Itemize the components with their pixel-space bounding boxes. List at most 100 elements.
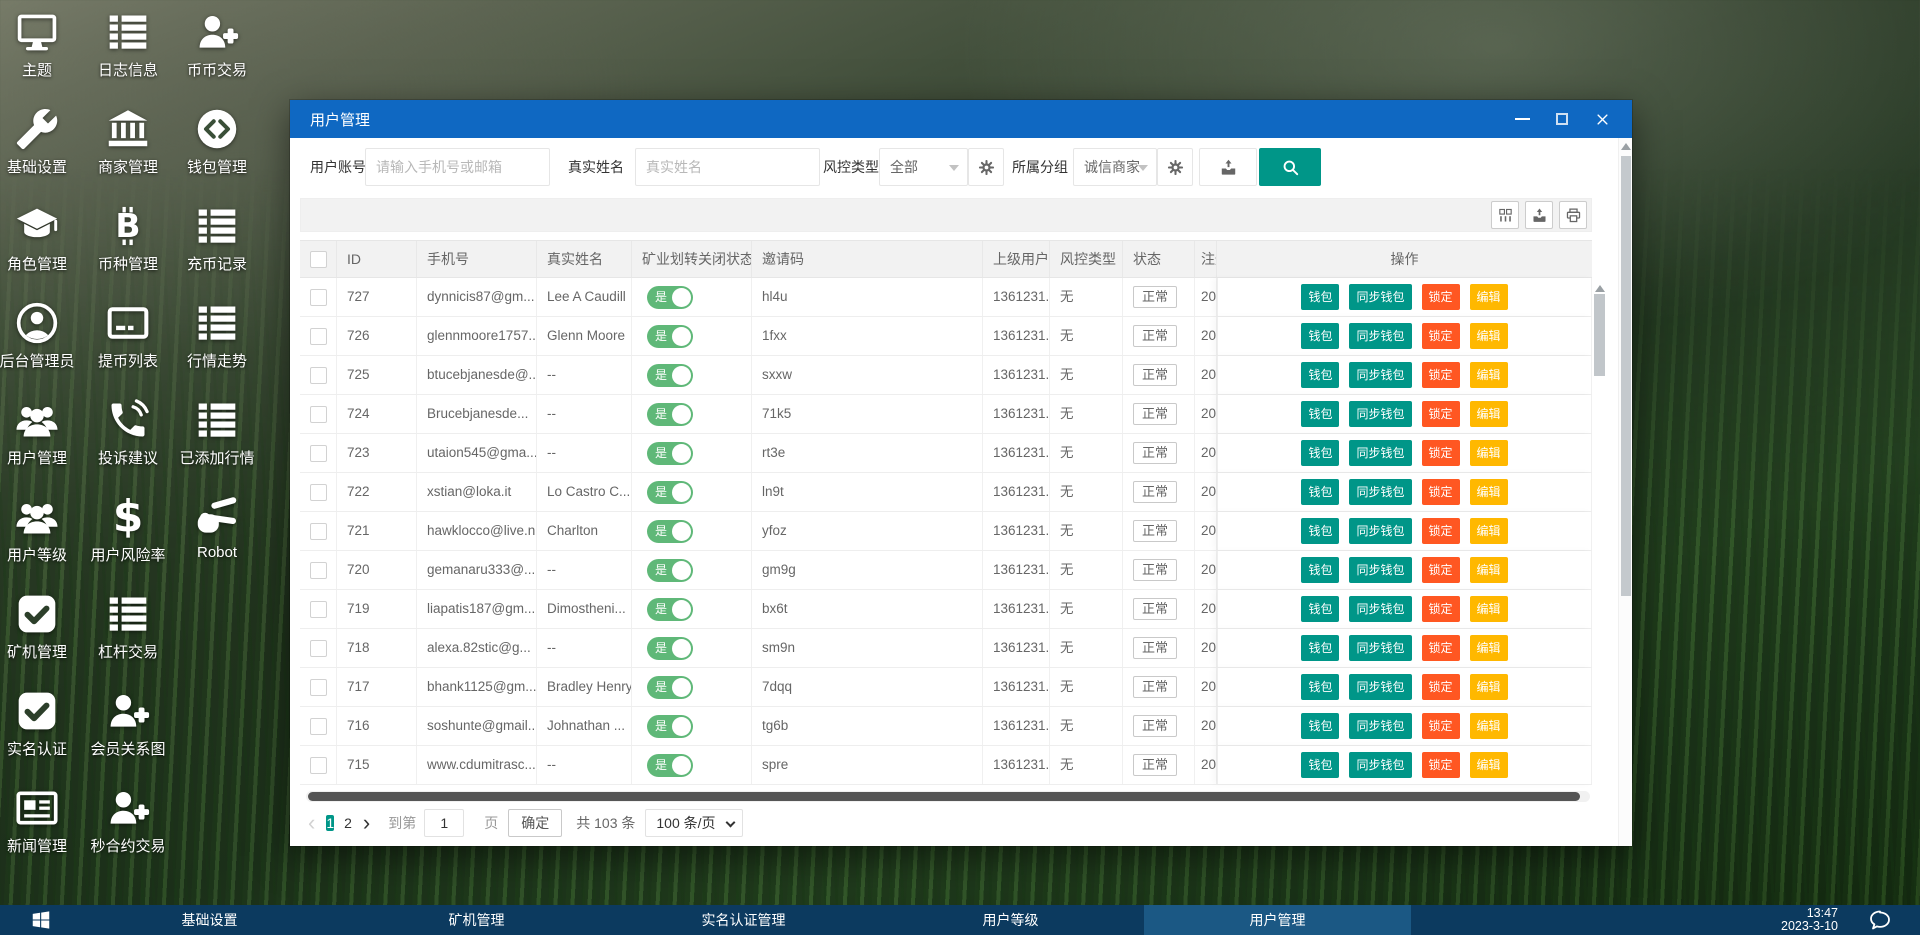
row-checkbox[interactable]	[310, 601, 327, 618]
row-checkbox[interactable]	[310, 367, 327, 384]
sync-wallet-button[interactable]: 同步钱包	[1349, 674, 1411, 700]
row-checkbox[interactable]	[310, 562, 327, 579]
goto-page-input[interactable]	[424, 809, 464, 837]
scrollbar-thumb[interactable]	[1621, 156, 1631, 596]
window-titlebar[interactable]: 用户管理	[290, 100, 1632, 138]
row-checkbox[interactable]	[310, 523, 327, 540]
edit-button[interactable]: 编辑	[1470, 557, 1508, 583]
lock-button[interactable]: 锁定	[1422, 284, 1460, 310]
close-button[interactable]	[1586, 104, 1618, 134]
prev-page-button[interactable]: ‹	[302, 810, 321, 836]
edit-button[interactable]: 编辑	[1470, 713, 1508, 739]
mining-toggle-switch[interactable]: 是	[647, 559, 693, 582]
edit-button[interactable]: 编辑	[1470, 284, 1508, 310]
desktop-icon[interactable]: 秒合约交易	[83, 786, 173, 856]
taskbar-item[interactable]: 基础设置	[76, 905, 343, 935]
edit-button[interactable]: 编辑	[1470, 674, 1508, 700]
lock-button[interactable]: 锁定	[1422, 479, 1460, 505]
lock-button[interactable]: 锁定	[1422, 596, 1460, 622]
chat-button[interactable]	[1868, 908, 1892, 932]
export-table-button[interactable]	[1525, 201, 1553, 229]
lock-button[interactable]: 锁定	[1422, 362, 1460, 388]
sync-wallet-button[interactable]: 同步钱包	[1349, 518, 1411, 544]
sync-wallet-button[interactable]: 同步钱包	[1349, 635, 1411, 661]
lock-button[interactable]: 锁定	[1422, 401, 1460, 427]
desktop-icon[interactable]: 会员关系图	[83, 689, 173, 759]
mining-toggle-switch[interactable]: 是	[647, 325, 693, 348]
row-checkbox[interactable]	[310, 406, 327, 423]
page-number-button[interactable]: 2	[344, 815, 352, 831]
row-checkbox[interactable]	[310, 640, 327, 657]
sync-wallet-button[interactable]: 同步钱包	[1349, 752, 1411, 778]
row-checkbox[interactable]	[310, 679, 327, 696]
sync-wallet-button[interactable]: 同步钱包	[1349, 440, 1411, 466]
taskbar-item[interactable]: 用户管理	[1144, 905, 1411, 935]
taskbar-item[interactable]: 矿机管理	[343, 905, 610, 935]
sync-wallet-button[interactable]: 同步钱包	[1349, 284, 1411, 310]
mining-toggle-switch[interactable]: 是	[647, 715, 693, 738]
wallet-button[interactable]: 钱包	[1301, 557, 1339, 583]
desktop-icon[interactable]: 后台管理员	[0, 301, 82, 371]
realname-input[interactable]	[635, 148, 820, 186]
desktop-icon[interactable]: 角色管理	[0, 204, 82, 274]
page-number-button[interactable]: 1	[326, 815, 334, 831]
desktop-icon[interactable]: 主题	[0, 10, 82, 80]
row-checkbox[interactable]	[310, 718, 327, 735]
lock-button[interactable]: 锁定	[1422, 752, 1460, 778]
desktop-icon[interactable]: 投诉建议	[83, 398, 173, 468]
desktop-icon[interactable]: 新闻管理	[0, 786, 82, 856]
taskbar-item[interactable]: 用户等级	[877, 905, 1144, 935]
row-checkbox[interactable]	[310, 445, 327, 462]
desktop-icon[interactable]: 币币交易	[172, 10, 262, 80]
sync-wallet-button[interactable]: 同步钱包	[1349, 479, 1411, 505]
row-checkbox[interactable]	[310, 757, 327, 774]
lock-button[interactable]: 锁定	[1422, 713, 1460, 739]
desktop-icon[interactable]: 已添加行情	[172, 398, 262, 468]
sync-wallet-button[interactable]: 同步钱包	[1349, 557, 1411, 583]
minimize-button[interactable]	[1506, 104, 1538, 134]
edit-button[interactable]: 编辑	[1470, 635, 1508, 661]
desktop-icon[interactable]: 用户等级	[0, 495, 82, 565]
lock-button[interactable]: 锁定	[1422, 635, 1460, 661]
edit-button[interactable]: 编辑	[1470, 596, 1508, 622]
mining-toggle-switch[interactable]: 是	[647, 676, 693, 699]
columns-toggle-button[interactable]	[1491, 201, 1519, 229]
risk-type-settings-button[interactable]	[968, 148, 1004, 186]
wallet-button[interactable]: 钱包	[1301, 401, 1339, 427]
desktop-icon[interactable]: 币种管理	[83, 204, 173, 274]
select-all-checkbox[interactable]	[310, 251, 327, 268]
edit-button[interactable]: 编辑	[1470, 323, 1508, 349]
next-page-button[interactable]: ›	[357, 810, 376, 836]
edit-button[interactable]: 编辑	[1470, 362, 1508, 388]
desktop-icon[interactable]: 充币记录	[172, 204, 262, 274]
wallet-button[interactable]: 钱包	[1301, 635, 1339, 661]
lock-button[interactable]: 锁定	[1422, 557, 1460, 583]
sync-wallet-button[interactable]: 同步钱包	[1349, 713, 1411, 739]
edit-button[interactable]: 编辑	[1470, 752, 1508, 778]
mining-toggle-switch[interactable]: 是	[647, 481, 693, 504]
account-input[interactable]	[365, 148, 550, 186]
scroll-up-arrow[interactable]	[1621, 143, 1631, 150]
maximize-button[interactable]	[1546, 104, 1578, 134]
edit-button[interactable]: 编辑	[1470, 440, 1508, 466]
export-filter-button[interactable]	[1199, 148, 1257, 186]
row-checkbox[interactable]	[310, 484, 327, 501]
wallet-button[interactable]: 钱包	[1301, 479, 1339, 505]
mining-toggle-switch[interactable]: 是	[647, 364, 693, 387]
wallet-button[interactable]: 钱包	[1301, 284, 1339, 310]
lock-button[interactable]: 锁定	[1422, 674, 1460, 700]
sync-wallet-button[interactable]: 同步钱包	[1349, 323, 1411, 349]
lock-button[interactable]: 锁定	[1422, 440, 1460, 466]
desktop-icon[interactable]: 商家管理	[83, 107, 173, 177]
wallet-button[interactable]: 钱包	[1301, 440, 1339, 466]
desktop-icon[interactable]: 用户风险率	[83, 495, 173, 565]
sync-wallet-button[interactable]: 同步钱包	[1349, 362, 1411, 388]
edit-button[interactable]: 编辑	[1470, 479, 1508, 505]
table-horizontal-scrollbar[interactable]	[306, 791, 1590, 802]
sync-wallet-button[interactable]: 同步钱包	[1349, 401, 1411, 427]
desktop-icon[interactable]: 实名认证	[0, 689, 82, 759]
row-checkbox[interactable]	[310, 328, 327, 345]
wallet-button[interactable]: 钱包	[1301, 713, 1339, 739]
desktop-icon[interactable]: 杠杆交易	[83, 592, 173, 662]
desktop-icon[interactable]: 钱包管理	[172, 107, 262, 177]
